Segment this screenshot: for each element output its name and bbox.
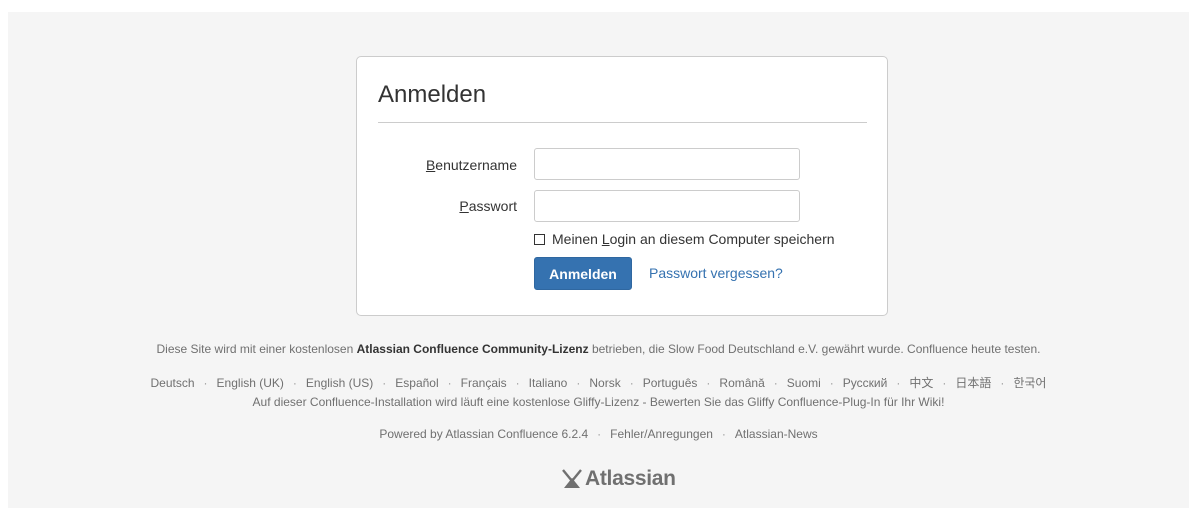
language-link-korean[interactable]: 한국어 bbox=[1013, 376, 1046, 390]
atlassian-icon bbox=[562, 469, 582, 488]
atlassian-news-link[interactable]: Atlassian-News bbox=[735, 427, 818, 441]
username-label-accesskey: B bbox=[425, 157, 436, 173]
language-link-espanol[interactable]: Español bbox=[395, 376, 438, 390]
separator: · bbox=[515, 376, 520, 390]
license-name: Atlassian Confluence Community-Lizenz bbox=[356, 342, 589, 356]
password-label-text: asswort bbox=[468, 198, 517, 214]
language-link-deutsch[interactable]: Deutsch bbox=[151, 376, 195, 390]
language-link-english-uk[interactable]: English (UK) bbox=[217, 376, 284, 390]
footer-links: Powered by Atlassian Confluence 6.2.4 · Fe… bbox=[8, 427, 1189, 441]
language-link-suomi[interactable]: Suomi bbox=[787, 376, 821, 390]
separator: · bbox=[706, 376, 711, 390]
remember-me-rest: ogin an diesem Computer speichern bbox=[609, 231, 835, 247]
language-link-francais[interactable]: Français bbox=[461, 376, 507, 390]
remember-me-accesskey: L bbox=[601, 231, 610, 247]
language-list: Deutsch · English (UK) · English (US) · Españo… bbox=[8, 374, 1189, 391]
login-title: Anmelden bbox=[378, 81, 487, 108]
separator: · bbox=[1000, 376, 1005, 390]
language-link-japanese[interactable]: 日本語 bbox=[955, 376, 991, 390]
language-link-english-us[interactable]: English (US) bbox=[306, 376, 373, 390]
atlassian-wordmark: Atlassian bbox=[585, 467, 676, 490]
login-submit-button[interactable]: Anmelden bbox=[534, 257, 632, 290]
language-link-italiano[interactable]: Italiano bbox=[529, 376, 568, 390]
password-input[interactable] bbox=[534, 190, 800, 222]
separator: · bbox=[576, 376, 581, 390]
username-label: Benutzername bbox=[426, 157, 517, 173]
username-input[interactable] bbox=[534, 148, 800, 180]
language-link-russian[interactable]: Русский bbox=[843, 376, 888, 390]
separator: · bbox=[292, 376, 297, 390]
forgot-password-link[interactable]: Passwort vergessen? bbox=[649, 265, 783, 281]
atlassian-logo[interactable]: Atlassian bbox=[561, 465, 676, 493]
language-link-romana[interactable]: Română bbox=[719, 376, 764, 390]
password-label-accesskey: P bbox=[459, 198, 469, 214]
remember-me-label[interactable]: Meinen Login an diesem Computer speicher… bbox=[552, 231, 835, 247]
gliffy-notice: Auf dieser Confluence-Installation wird … bbox=[252, 395, 945, 409]
language-link-norsk[interactable]: Norsk bbox=[589, 376, 620, 390]
license-suffix: betrieben, die Slow Food Deutschland e.V… bbox=[588, 342, 1041, 356]
separator: · bbox=[597, 427, 602, 441]
remember-me-checkbox[interactable] bbox=[534, 233, 545, 245]
remember-me-prefix: Meinen bbox=[552, 231, 602, 247]
language-link-chinese[interactable]: 中文 bbox=[909, 376, 933, 390]
language-link-portugues[interactable]: Português bbox=[643, 376, 698, 390]
separator: · bbox=[629, 376, 634, 390]
separator: · bbox=[721, 427, 726, 441]
license-notice: Diese Site wird mit einer kostenlosen At… bbox=[8, 342, 1189, 356]
remember-me-row[interactable]: Meinen Login an diesem Computer speicher… bbox=[534, 229, 835, 249]
separator: · bbox=[942, 376, 947, 390]
username-label-text: enutzername bbox=[435, 157, 517, 173]
separator: · bbox=[447, 376, 452, 390]
separator: · bbox=[382, 376, 387, 390]
separator: · bbox=[773, 376, 778, 390]
separator: · bbox=[896, 376, 901, 390]
password-label: Passwort bbox=[459, 198, 517, 214]
license-prefix: Diese Site wird mit einer kostenlosen bbox=[156, 342, 357, 356]
title-divider bbox=[378, 122, 867, 123]
login-form: Anmelden Benutzername Passwort Meinen Lo… bbox=[356, 56, 888, 316]
feedback-link[interactable]: Fehler/Anregungen bbox=[610, 427, 713, 441]
separator: · bbox=[203, 376, 208, 390]
separator: · bbox=[829, 376, 834, 390]
powered-by-link[interactable]: Powered by Atlassian Confluence 6.2.4 bbox=[379, 427, 588, 441]
